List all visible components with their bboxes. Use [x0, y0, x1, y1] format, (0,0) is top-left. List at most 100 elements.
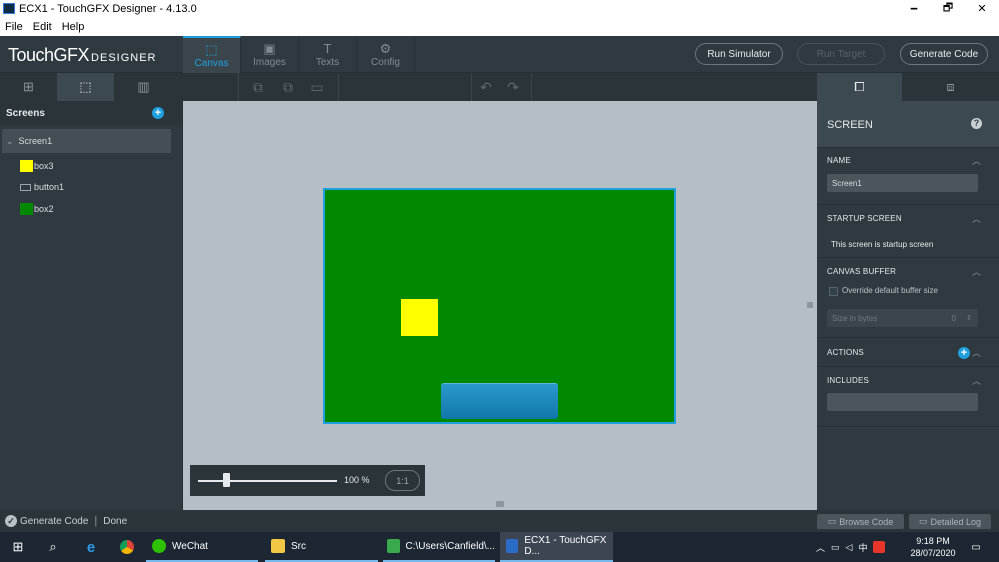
taskbar-app-label: WeChat — [172, 540, 208, 552]
bring-forward-icon[interactable]: ⧉ — [278, 78, 298, 96]
detailed-log-button[interactable]: ▭ Detailed Log — [909, 514, 991, 529]
add-widget-tab[interactable]: ⊞ — [0, 73, 57, 101]
screen-name-input[interactable]: Screen1 — [827, 174, 978, 192]
search-button[interactable]: ⌕ — [36, 532, 70, 562]
group-icon[interactable]: ▭ — [307, 78, 327, 96]
checkmark-icon: ✓ — [5, 515, 17, 527]
zoom-slider-thumb[interactable] — [222, 473, 230, 487]
menu-file[interactable]: File — [0, 21, 28, 33]
widget-name: box3 — [34, 161, 54, 171]
windows-logo-icon: ⊞ — [12, 539, 24, 554]
chevron-up-icon[interactable]: ︿ — [972, 154, 981, 167]
zoom-bar: 100 % 1:1 — [190, 465, 425, 496]
chevron-up-icon[interactable]: ︿ — [972, 265, 981, 278]
properties-header: SCREEN ? — [817, 101, 999, 147]
tab-images[interactable]: ▣ Images — [241, 36, 299, 73]
tab-screen-properties[interactable]: ⧠ — [817, 73, 902, 101]
tab-texts[interactable]: T Texts — [299, 36, 357, 73]
help-icon[interactable]: ? — [971, 118, 982, 129]
tree-item-button1[interactable]: button1 — [20, 180, 64, 194]
tab-interactions[interactable]: ⧈ — [902, 73, 999, 101]
browse-code-label: Browse Code — [839, 516, 894, 527]
undo-icon[interactable]: ↶ — [476, 78, 496, 96]
windows-taskbar: ⊞ ⌕ e WeChat Src C:\Users\Canfield\... E… — [0, 532, 999, 562]
chevron-up-icon[interactable]: ︿ — [972, 374, 981, 387]
tab-config[interactable]: ⚙ Config — [357, 36, 415, 73]
taskbar-app-wechat[interactable]: WeChat — [146, 532, 258, 562]
folder-icon: ▭ — [827, 516, 837, 526]
screen-preview-box2[interactable] — [323, 188, 676, 424]
minimize-button[interactable]: 🗕 — [897, 0, 931, 17]
redo-icon[interactable]: ↷ — [503, 78, 523, 96]
run-simulator-button[interactable]: Run Simulator — [695, 43, 783, 65]
tab-config-label: Config — [371, 57, 400, 68]
taskbar-clock[interactable]: 9:18 PM 28/07/2020 — [908, 535, 958, 559]
widget-name: button1 — [34, 182, 65, 192]
menu-bar: File Edit Help — [0, 17, 999, 36]
run-target-button[interactable]: Run Target — [797, 43, 885, 65]
edge-icon: e — [86, 538, 96, 556]
volume-icon[interactable]: ◁ — [846, 542, 853, 553]
properties-panel: ⧠ ⧈ SCREEN ? NAME ︿ Screen1 STARTUP SCRE… — [817, 73, 999, 510]
taskbar-app-label: ECX1 - TouchGFX D... — [524, 535, 607, 557]
toolbar-divider — [471, 73, 472, 101]
resize-grip-bottom[interactable] — [496, 501, 504, 507]
chevron-up-icon[interactable]: ︿ — [972, 346, 981, 359]
tab-images-label: Images — [253, 57, 286, 68]
add-screen-button[interactable]: + — [152, 107, 164, 119]
browse-code-button[interactable]: ▭ Browse Code — [817, 514, 904, 529]
tree-item-box3[interactable]: box3 — [20, 159, 54, 173]
main-toolbar: TouchGFX DESIGNER ⬚ Canvas ▣ Images T Tex… — [0, 36, 999, 73]
maximize-button[interactable]: 🗗 — [931, 0, 965, 17]
tree-screen-item[interactable]: ⌄ Screen1 — [2, 129, 171, 153]
chevron-up-icon[interactable]: ︿ — [816, 541, 825, 554]
section-includes: INCLUDES ︿ — [817, 366, 999, 426]
zoom-reset-button[interactable]: 1:1 — [385, 470, 420, 491]
add-square-icon: ⊞ — [23, 79, 34, 94]
menu-edit[interactable]: Edit — [28, 21, 57, 33]
widget-name: box2 — [34, 204, 54, 214]
widget-button1[interactable] — [441, 383, 558, 419]
zoom-slider-track[interactable] — [198, 480, 337, 482]
startup-screen-label: STARTUP SCREEN — [827, 214, 902, 223]
start-button[interactable]: ⊞ — [0, 532, 36, 562]
tree-view-tab[interactable]: ⬚ — [57, 73, 114, 101]
close-button[interactable]: ✕ — [965, 0, 999, 17]
config-icon: ⚙ — [379, 41, 392, 56]
logo-sub: DESIGNER — [91, 52, 157, 64]
add-action-button[interactable]: + — [958, 347, 970, 359]
override-checkbox[interactable] — [829, 287, 838, 296]
chevron-up-icon[interactable]: ︿ — [972, 212, 981, 225]
ime-indicator[interactable]: 中 — [858, 541, 867, 554]
generate-code-button[interactable]: Generate Code — [900, 43, 988, 65]
keyboard-icon[interactable]: ▭ — [831, 542, 840, 553]
send-backward-icon[interactable]: ⧉ — [248, 78, 268, 96]
taskbar-app-vim[interactable]: C:\Users\Canfield\... — [383, 532, 495, 562]
tab-canvas-label: Canvas — [194, 58, 229, 69]
taskbar-app-src[interactable]: Src — [265, 532, 378, 562]
resize-grip-right[interactable] — [807, 302, 813, 308]
interactions-tab[interactable]: ▥ — [115, 73, 172, 101]
taskbar-app-touchgfx[interactable]: ECX1 - TouchGFX D... — [500, 532, 613, 562]
canvas-buffer-label: CANVAS BUFFER — [827, 267, 897, 276]
tab-canvas[interactable]: ⬚ Canvas — [183, 36, 241, 73]
clock-time: 9:18 PM — [916, 536, 950, 546]
notification-button[interactable]: ▭ — [965, 532, 987, 562]
chrome-button[interactable] — [110, 532, 144, 562]
section-name: NAME ︿ Screen1 — [817, 147, 999, 204]
screens-header: Screens + — [0, 101, 182, 125]
widget-box3[interactable] — [401, 299, 438, 336]
buffer-size-input[interactable]: Size in bytes 0 ⇕ — [827, 309, 978, 327]
buffer-size-value: 0 — [951, 313, 956, 323]
menu-help[interactable]: Help — [57, 21, 90, 33]
edge-button[interactable]: e — [74, 532, 108, 562]
title-bar: ECX1 - TouchGFX Designer - 4.13.0 🗕 🗗 ✕ — [0, 0, 999, 17]
screens-title: Screens — [6, 107, 45, 119]
tree-item-box2[interactable]: box2 — [20, 202, 54, 216]
spinner-arrows-icon[interactable]: ⇕ — [966, 314, 972, 322]
sogou-icon[interactable] — [873, 541, 886, 553]
screens-panel: Screens + ⌄ Screen1 box3 button1 box2 — [0, 101, 183, 510]
toolbar-divider — [531, 73, 532, 101]
design-canvas[interactable]: 100 % 1:1 — [183, 101, 817, 510]
includes-input[interactable] — [827, 393, 978, 411]
